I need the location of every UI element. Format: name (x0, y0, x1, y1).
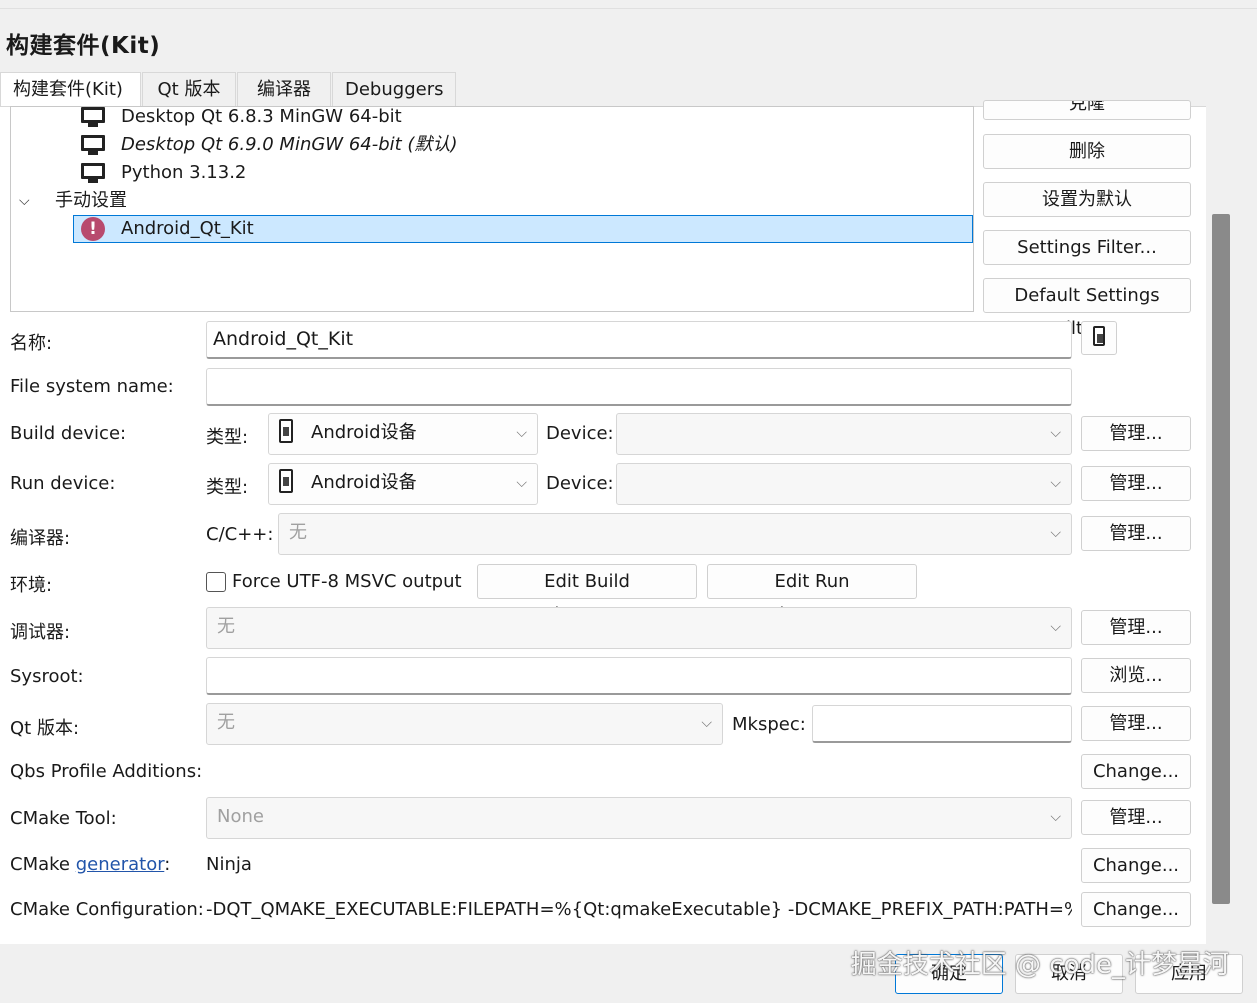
clone-button[interactable]: 克隆 (983, 100, 1191, 120)
run-device-type-select[interactable]: Android设备 ⌵ (268, 463, 538, 505)
qt-version-value: 无 (217, 712, 235, 733)
build-device-label: Build device: (10, 423, 127, 444)
build-device-type-select[interactable]: Android设备 ⌵ (268, 413, 538, 455)
page-title: 构建套件(Kit) (6, 33, 161, 59)
qt-version-label: Qt 版本: (10, 718, 80, 739)
tab-debuggers[interactable]: Debuggers (332, 72, 456, 107)
mkspec-field[interactable] (812, 705, 1072, 743)
debugger-label: 调试器: (10, 622, 71, 643)
name-label: 名称: (10, 333, 53, 354)
cmake-config-value: -DQT_QMAKE_EXECUTABLE:FILEPATH=%{Qt:qmak… (206, 899, 1072, 920)
device-icon-button[interactable] (1081, 321, 1117, 355)
force-utf8-checkbox[interactable] (206, 572, 226, 592)
manage-cmake-tool-button[interactable]: 管理... (1081, 800, 1191, 835)
manage-compiler-button[interactable]: 管理... (1081, 516, 1191, 551)
tree-item-python[interactable]: Python 3.13.2 (81, 159, 246, 187)
run-device-select[interactable]: ⌵ (616, 463, 1072, 505)
run-device-label: Run device: (10, 473, 116, 494)
tree-item-label: Desktop Qt 6.9.0 MinGW 64-bit (默认) (121, 134, 458, 155)
fs-name-field[interactable] (206, 368, 1072, 406)
delete-button[interactable]: 删除 (983, 134, 1191, 169)
warning-icon: ! (81, 217, 105, 241)
debugger-select[interactable]: 无 ⌵ (206, 607, 1072, 649)
qbs-profile-label: Qbs Profile Additions: (10, 761, 203, 782)
tree-group-label: 手动设置 (55, 190, 127, 211)
set-default-button[interactable]: 设置为默认 (983, 182, 1191, 217)
run-device-label-2: Device: (546, 473, 614, 494)
chevron-down-icon: ⌵ (1050, 525, 1061, 541)
qt-version-select[interactable]: 无 ⌵ (206, 703, 723, 745)
tree-item-label: Android_Qt_Kit (121, 218, 254, 239)
scrollbar-thumb[interactable] (1212, 214, 1230, 904)
cmake-generator-value: Ninja (206, 854, 252, 875)
environment-label: 环境: (10, 575, 53, 596)
cpp-label: C/C++: (206, 524, 274, 545)
monitor-icon (81, 135, 105, 155)
manage-qt-version-button[interactable]: 管理... (1081, 706, 1191, 741)
default-settings-filter-button[interactable]: Default Settings Filter... (983, 278, 1191, 339)
change-qbs-button[interactable]: Change... (1081, 754, 1191, 789)
android-phone-icon (279, 469, 293, 493)
chevron-down-icon[interactable]: ⌵ (19, 187, 37, 215)
sysroot-field[interactable] (206, 657, 1072, 695)
run-device-type-value: Android设备 (311, 472, 417, 493)
phone-icon (1093, 326, 1105, 346)
chevron-down-icon: ⌵ (1050, 425, 1061, 441)
tree-item-label: Desktop Qt 6.8.3 MinGW 64-bit (121, 106, 402, 127)
manage-build-device-button[interactable]: 管理... (1081, 416, 1191, 451)
tree-group-manual[interactable]: ⌵ 手动设置 (19, 187, 127, 215)
manage-run-device-button[interactable]: 管理... (1081, 466, 1191, 501)
compiler-select[interactable]: 无 ⌵ (278, 513, 1072, 555)
tree-item-label: Python 3.13.2 (121, 162, 247, 183)
cmake-generator-prefix: CMake (10, 854, 76, 875)
tree-item-android-kit[interactable]: ! Android_Qt_Kit (73, 215, 973, 243)
build-device-select[interactable]: ⌵ (616, 413, 1072, 455)
settings-filter-button[interactable]: Settings Filter... (983, 230, 1191, 265)
tab-qt-versions[interactable]: Qt 版本 (142, 72, 236, 107)
tree-item-desktop-683[interactable]: Desktop Qt 6.8.3 MinGW 64-bit (81, 106, 402, 131)
cmake-generator-link[interactable]: generator (76, 854, 165, 875)
cmake-generator-suffix: : (164, 854, 171, 875)
mkspec-label: Mkspec: (732, 714, 806, 735)
force-utf8-label: Force UTF-8 MSVC output (232, 571, 462, 592)
tab-kits[interactable]: 构建套件(Kit) (0, 72, 141, 108)
kit-tree[interactable]: Desktop Qt 6.8.3 MinGW 64-bit Desktop Qt… (10, 106, 974, 312)
sysroot-label: Sysroot: (10, 666, 84, 687)
cmake-config-label: CMake Configuration: (10, 899, 204, 920)
android-phone-icon (279, 419, 293, 443)
build-device-label-2: Device: (546, 423, 614, 444)
tab-compilers[interactable]: 编译器 (237, 72, 331, 107)
change-cmake-generator-button[interactable]: Change... (1081, 848, 1191, 883)
debugger-value: 无 (217, 616, 235, 637)
chevron-down-icon: ⌵ (1050, 475, 1061, 491)
change-cmake-config-button[interactable]: Change... (1081, 892, 1191, 927)
chevron-down-icon: ⌵ (516, 425, 527, 441)
compiler-label: 编译器: (10, 528, 71, 549)
build-device-type-value: Android设备 (311, 422, 417, 443)
top-divider (0, 8, 1257, 9)
chevron-down-icon: ⌵ (1050, 809, 1061, 825)
chevron-down-icon: ⌵ (1050, 619, 1061, 635)
compiler-value: 无 (289, 522, 307, 543)
cmake-tool-select[interactable]: None ⌵ (206, 797, 1072, 839)
kit-name-field[interactable]: Android_Qt_Kit (206, 321, 1072, 359)
edit-build-env-button[interactable]: Edit Build Environment... (477, 564, 697, 625)
cmake-tool-value: None (217, 806, 264, 827)
chevron-down-icon: ⌵ (701, 715, 712, 731)
monitor-icon (81, 163, 105, 183)
build-type-label: 类型: (206, 427, 249, 448)
manage-debugger-button[interactable]: 管理... (1081, 610, 1191, 645)
cmake-generator-label: CMake generator: (10, 854, 170, 875)
browse-sysroot-button[interactable]: 浏览... (1081, 658, 1191, 693)
fs-name-label: File system name: (10, 376, 174, 397)
cmake-tool-label: CMake Tool: (10, 808, 117, 829)
edit-run-env-button[interactable]: Edit Run Environment... (707, 564, 917, 625)
monitor-icon (81, 107, 105, 127)
watermark: 掘金技术社区 @ code_计梦星河 (850, 950, 1229, 980)
chevron-down-icon: ⌵ (516, 475, 527, 491)
run-type-label: 类型: (206, 477, 249, 498)
tree-item-desktop-690[interactable]: Desktop Qt 6.9.0 MinGW 64-bit (默认) (81, 131, 457, 159)
